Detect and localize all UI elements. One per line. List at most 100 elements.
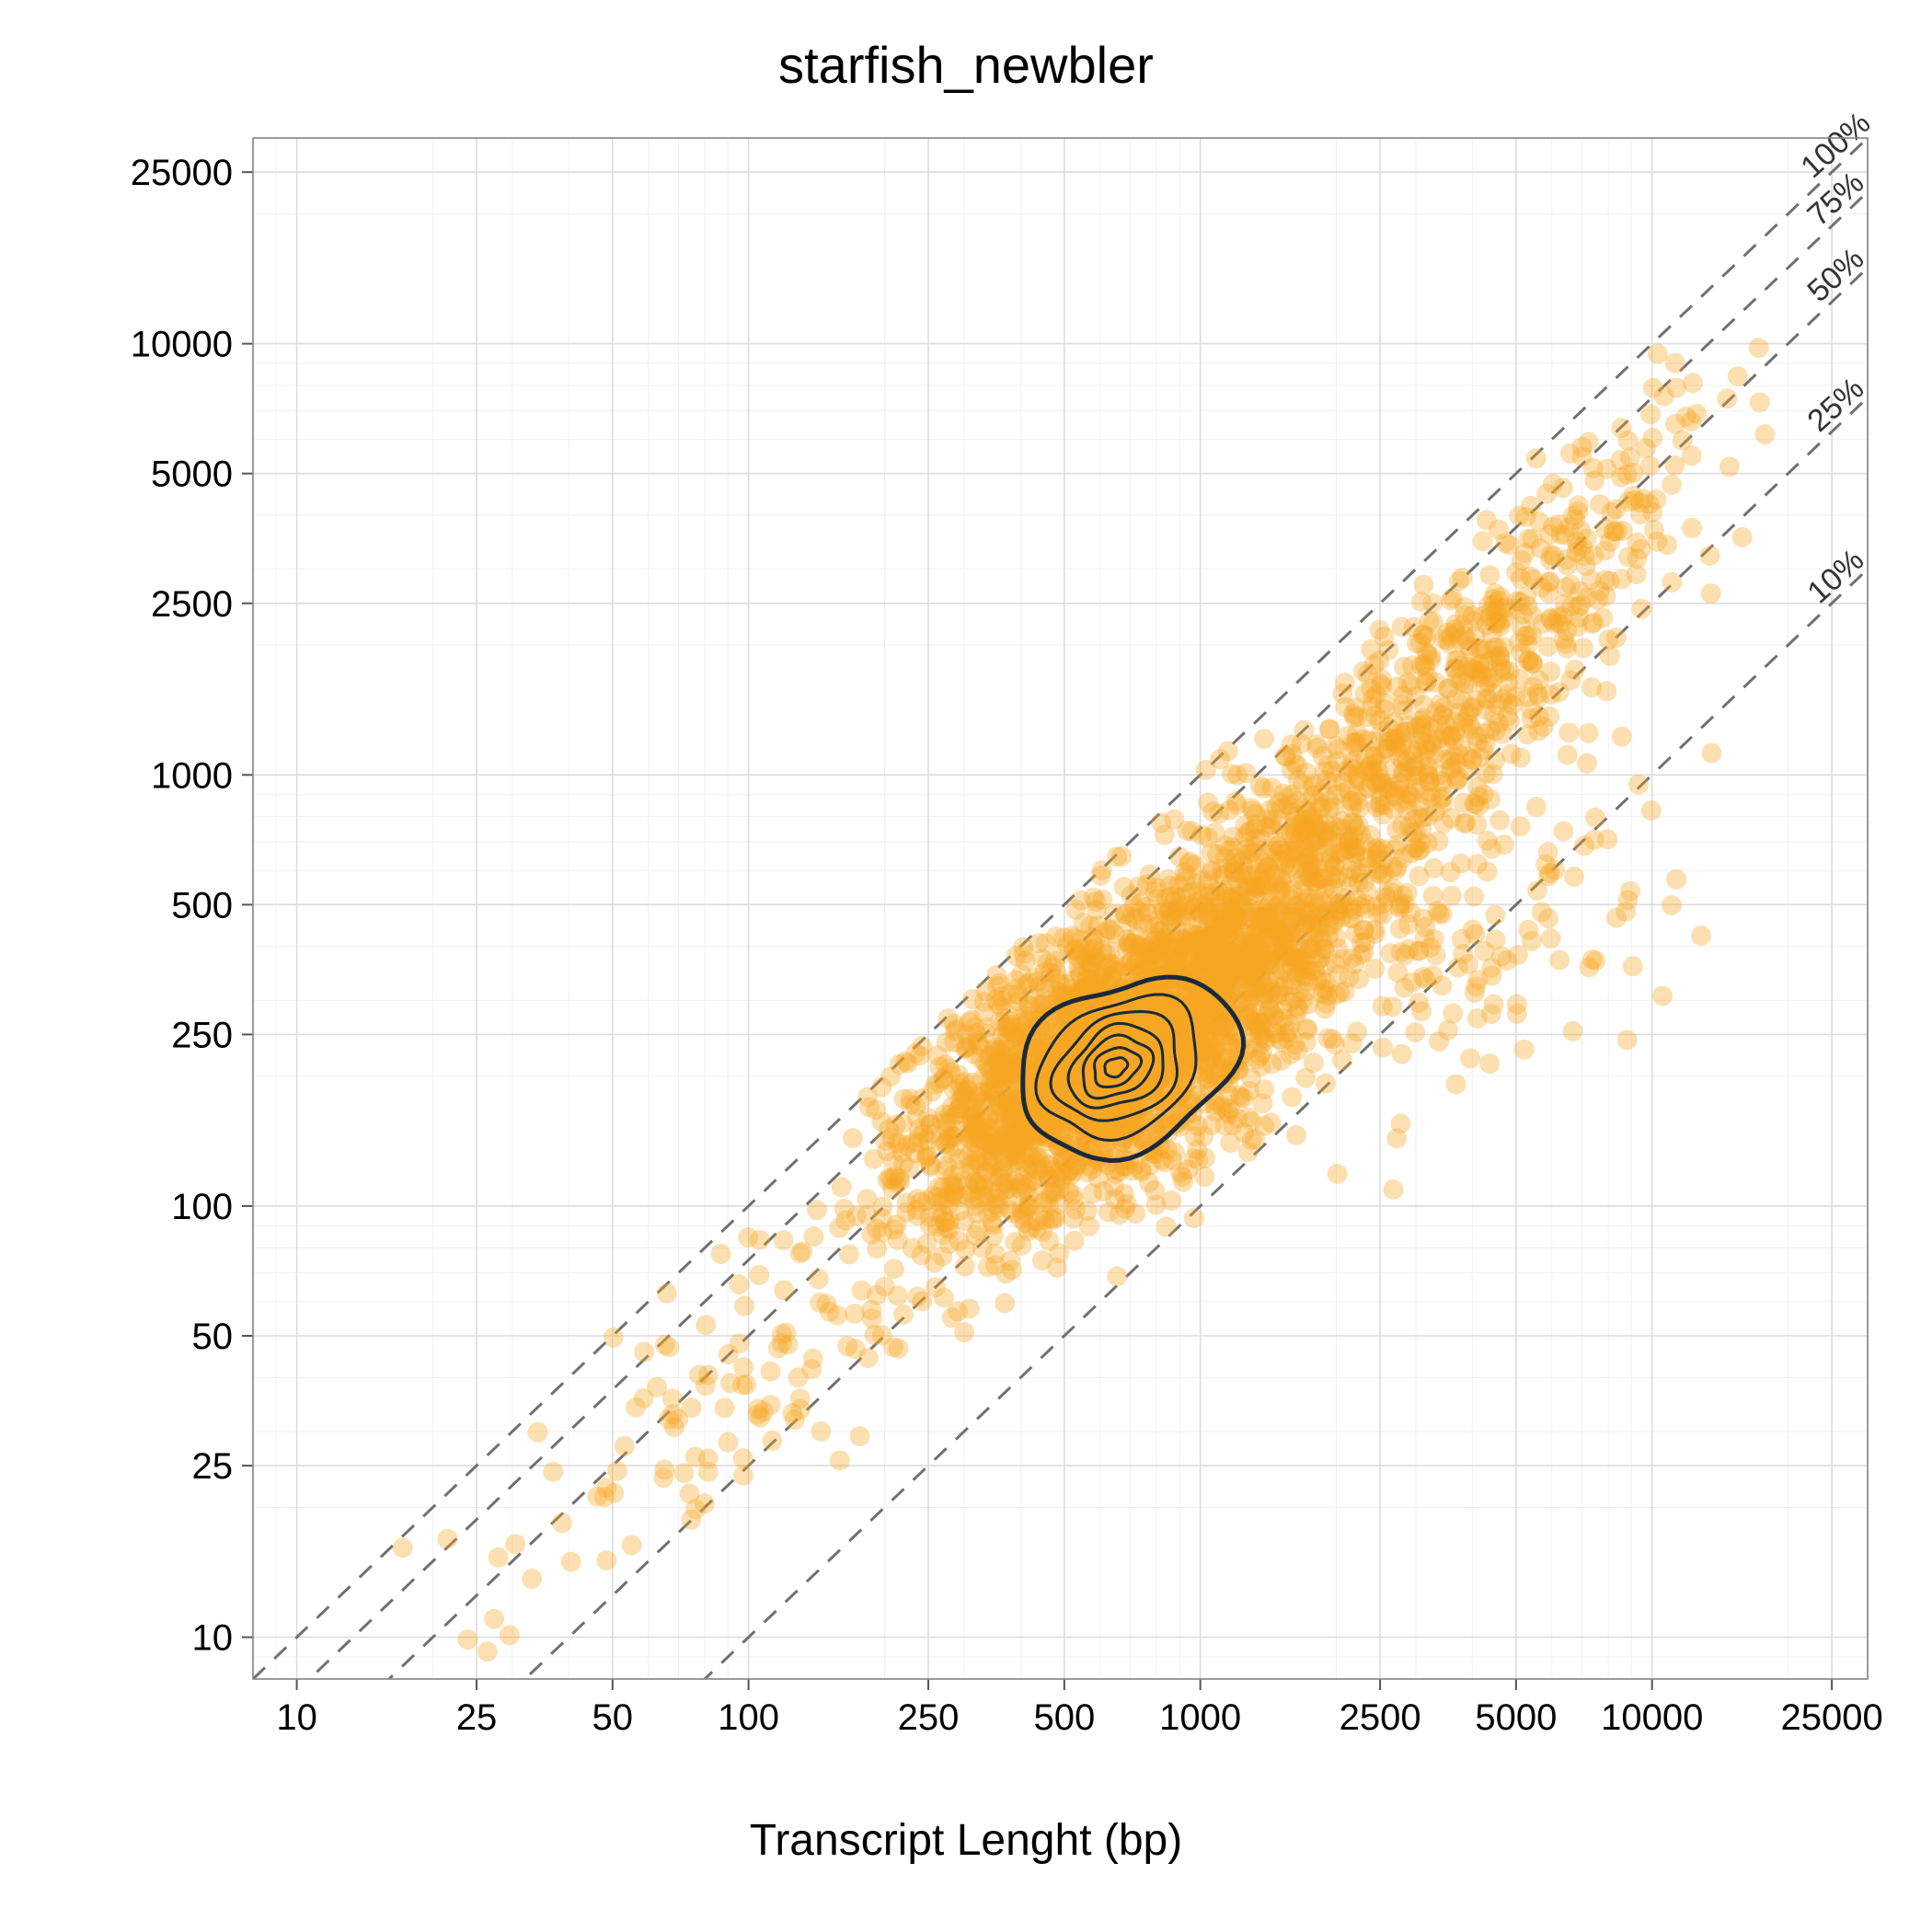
- scatter-point: [1254, 1079, 1274, 1099]
- scatter-point: [615, 1436, 635, 1456]
- scatter-point: [1563, 1021, 1583, 1041]
- scatter-point: [1364, 654, 1385, 674]
- x-tick-label: 25: [456, 1697, 498, 1738]
- scatter-point: [1643, 428, 1663, 448]
- scatter-point: [1246, 999, 1266, 1019]
- scatter-point: [1260, 983, 1281, 1003]
- scatter-point: [1156, 1217, 1177, 1237]
- scatter-point: [893, 1305, 914, 1325]
- scatter-point: [1448, 958, 1468, 978]
- scatter-point: [1046, 926, 1066, 947]
- scatter-point: [1093, 890, 1113, 910]
- x-tick-label: 50: [592, 1697, 634, 1738]
- scatter-point: [1242, 932, 1262, 952]
- scatter-point: [947, 1019, 967, 1040]
- scatter-point: [604, 1328, 624, 1348]
- scatter-point: [1193, 1016, 1213, 1036]
- scatter-point: [1465, 795, 1485, 815]
- scatter-point: [1294, 720, 1314, 741]
- scatter-point: [698, 1365, 719, 1386]
- scatter-point: [761, 1362, 781, 1382]
- scatter-point: [1749, 338, 1769, 358]
- scatter-point: [1268, 836, 1288, 857]
- scatter-point: [1173, 1172, 1193, 1192]
- scatter-point: [1401, 843, 1421, 863]
- scatter-point: [1298, 1019, 1318, 1040]
- scatter-point: [1585, 808, 1605, 828]
- scatter-point: [1489, 811, 1510, 831]
- scatter-point: [634, 1342, 654, 1363]
- x-tick-label: 100: [718, 1697, 779, 1738]
- scatter-point: [1286, 1125, 1306, 1145]
- scatter-point: [1050, 1179, 1070, 1199]
- scatter-point: [1732, 527, 1753, 547]
- x-tick-label: 5000: [1475, 1697, 1557, 1738]
- scatter-point: [750, 1230, 770, 1250]
- scatter-point: [867, 1238, 887, 1259]
- scatter-point: [1432, 705, 1453, 725]
- scatter-point: [1662, 475, 1682, 495]
- scatter-point: [1479, 1053, 1500, 1074]
- scatter-point: [1483, 764, 1503, 784]
- scatter-point: [1472, 606, 1492, 627]
- scatter-point: [1285, 926, 1305, 947]
- scatter-point: [1174, 895, 1194, 915]
- y-tick-label: 2500: [151, 584, 233, 625]
- scatter-point: [1390, 1113, 1410, 1133]
- scatter-point: [1553, 822, 1573, 842]
- scatter-point: [1373, 851, 1393, 871]
- scatter-point: [850, 1426, 870, 1446]
- scatter-point: [1477, 510, 1497, 530]
- scatter-point: [711, 1244, 731, 1264]
- scatter-point: [1449, 570, 1469, 591]
- scatter-point: [1218, 742, 1238, 762]
- scatter-point: [1373, 1038, 1393, 1058]
- scatter-point: [477, 1641, 498, 1662]
- scatter-point: [1666, 869, 1686, 890]
- scatter-point: [729, 1274, 749, 1294]
- scatter-point: [1583, 458, 1604, 478]
- scatter-point: [1600, 571, 1620, 592]
- scatter-point: [1383, 996, 1403, 1017]
- scatter-point: [803, 1349, 823, 1369]
- scatter-point: [792, 1241, 812, 1261]
- scatter-point: [1683, 373, 1703, 393]
- scatter-point: [1485, 905, 1505, 926]
- scatter-point: [1319, 719, 1340, 739]
- scatter-point: [1029, 933, 1049, 953]
- scatter-point: [654, 1459, 674, 1479]
- scatter-point: [1080, 916, 1100, 937]
- scatter-point: [749, 1265, 769, 1285]
- scatter-point: [1728, 366, 1748, 386]
- scatter-point: [1350, 798, 1370, 818]
- scatter-point: [1367, 774, 1387, 794]
- scatter-point: [898, 1053, 918, 1074]
- x-tick-label: 25000: [1781, 1697, 1883, 1738]
- scatter-point: [1300, 807, 1320, 827]
- chart-plot: 100%75%50%25%10%102550100250500100025005…: [0, 0, 1932, 1932]
- scatter-point: [1144, 1180, 1165, 1201]
- scatter-point: [1438, 1020, 1458, 1041]
- y-tick-label: 25000: [131, 153, 233, 193]
- scatter-point: [1652, 985, 1673, 1006]
- scatter-point: [1564, 867, 1584, 887]
- scatter-point: [664, 1417, 684, 1437]
- scatter-point: [1507, 995, 1527, 1015]
- scatter-point: [1490, 662, 1511, 683]
- scatter-point: [1168, 953, 1189, 973]
- scatter-point: [1526, 797, 1547, 817]
- scatter-point: [807, 1200, 827, 1220]
- scatter-point: [949, 1064, 969, 1085]
- scatter-point: [1232, 894, 1252, 914]
- scatter-point: [1236, 839, 1256, 859]
- scatter-point: [1487, 638, 1507, 658]
- scatter-point: [1295, 982, 1316, 1002]
- scatter-point: [988, 1131, 1008, 1151]
- scatter-point: [886, 1173, 906, 1193]
- scatter-point: [1271, 1032, 1292, 1052]
- scatter-point: [984, 1244, 1005, 1264]
- scatter-point: [1644, 520, 1664, 540]
- scatter-point: [1523, 653, 1543, 673]
- scatter-point: [1411, 1001, 1432, 1021]
- scatter-point: [832, 1177, 852, 1197]
